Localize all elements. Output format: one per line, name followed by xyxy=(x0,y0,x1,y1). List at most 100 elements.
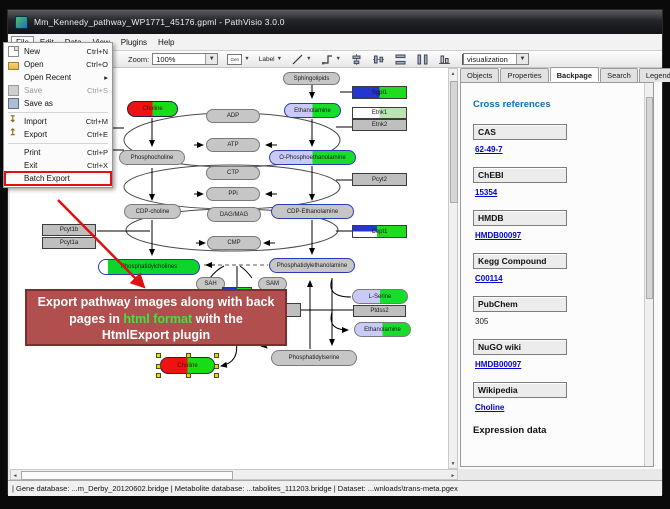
node-ptdss2[interactable]: Ptdss2 xyxy=(353,305,406,317)
title-bar[interactable]: Mm_Kennedy_pathway_WP1771_45176.gpml - P… xyxy=(8,10,662,34)
menu-item-print[interactable]: PrintCtrl+P xyxy=(5,146,111,159)
node-phosphatidylethanolamine[interactable]: Phosphatidylethanolamine xyxy=(269,258,355,273)
canvas-horizontal-scrollbar[interactable]: ◄ ► xyxy=(10,469,458,480)
canvas-vertical-scrollbar[interactable]: ▲ ▼ xyxy=(448,68,458,469)
node-atp[interactable]: ATP xyxy=(206,138,260,152)
scroll-up-icon[interactable]: ▲ xyxy=(449,69,457,78)
align-center-icon xyxy=(350,53,363,66)
menu-item-open[interactable]: OpenCtrl+O xyxy=(5,58,111,71)
node-etnk1[interactable]: Etnk1 xyxy=(352,107,407,119)
scrollbar-thumb[interactable] xyxy=(646,97,653,299)
node-cept1[interactable]: Cept1 xyxy=(352,225,407,238)
selection-handle[interactable] xyxy=(214,373,219,378)
node-o-phosphoethanolamine[interactable]: O-Phosphoethanolamine xyxy=(269,150,356,165)
chevron-down-icon[interactable]: ▼ xyxy=(516,54,528,64)
section-header-hmdb[interactable]: HMDB xyxy=(473,210,567,226)
scroll-right-icon[interactable]: ► xyxy=(449,471,457,480)
node-sphingolipids[interactable]: Sphingolipids xyxy=(283,72,340,85)
node-cdp-choline[interactable]: CDP-choline xyxy=(124,204,181,219)
selection-handle[interactable] xyxy=(186,373,191,378)
zoom-combobox[interactable]: 100% ▼ xyxy=(152,53,218,65)
node-cdp-ethanolamine[interactable]: CDP-Ethanolamine xyxy=(271,204,354,219)
section-header-kegg-compound[interactable]: Kegg Compound xyxy=(473,253,567,269)
node-cmp[interactable]: CMP xyxy=(207,236,261,250)
selection-handle[interactable] xyxy=(186,353,191,358)
panel-vertical-scrollbar[interactable] xyxy=(644,83,653,466)
menu-item-new[interactable]: NewCtrl+N xyxy=(5,45,111,58)
crossref-link[interactable]: HMDB00097 xyxy=(475,360,521,369)
align-center-button[interactable] xyxy=(350,53,363,66)
annotation-callout: Export pathway images along with backpag… xyxy=(25,289,287,346)
scrollbar-thumb[interactable] xyxy=(21,471,233,480)
chevron-down-icon[interactable]: ▼ xyxy=(277,56,282,62)
tab-objects[interactable]: Objects xyxy=(460,68,499,82)
status-bar: | Gene database: ...m_Derby_20120602.bri… xyxy=(8,480,662,496)
crossref-link[interactable]: C00114 xyxy=(475,274,503,283)
selection-handle[interactable] xyxy=(214,364,219,369)
tab-backpage[interactable]: Backpage xyxy=(550,67,599,81)
tab-properties[interactable]: Properties xyxy=(500,68,548,82)
crossref-link[interactable]: Choline xyxy=(475,403,504,412)
node-etnk2[interactable]: Etnk2 xyxy=(352,119,407,131)
crossref-link[interactable]: 15354 xyxy=(475,188,497,197)
chevron-down-icon[interactable]: ▼ xyxy=(306,56,311,62)
node-phosphocholine[interactable]: Phosphocholine xyxy=(119,150,185,165)
selection-handle[interactable] xyxy=(214,353,219,358)
section-header-pubchem[interactable]: PubChem xyxy=(473,296,567,312)
gene-product-tool[interactable]: Gen ▼ xyxy=(227,54,249,65)
section-header-chebi[interactable]: ChEBI xyxy=(473,167,567,183)
visualization-combobox[interactable]: visualization ▼ xyxy=(463,53,529,65)
node-choline[interactable]: Choline xyxy=(127,101,178,117)
label-tool[interactable]: Label ▼ xyxy=(259,56,282,63)
menu-item-open-recent[interactable]: Open Recent▸ xyxy=(5,71,111,84)
scroll-left-icon[interactable]: ◄ xyxy=(11,471,19,480)
menu-item-export[interactable]: ExportCtrl+E xyxy=(5,128,111,141)
node-l-serine[interactable]: L-Serine xyxy=(352,289,408,304)
menu-item-import[interactable]: ImportCtrl+M xyxy=(5,115,111,128)
node-phosphatidylserine[interactable]: Phosphatidylserine xyxy=(271,350,357,366)
node-adp[interactable]: ADP xyxy=(206,109,260,123)
line-tool[interactable]: ▼ xyxy=(291,53,311,66)
node-pcyt1a[interactable]: Pcyt1a xyxy=(42,237,96,249)
crossref-link[interactable]: HMDB00097 xyxy=(475,231,521,240)
chevron-down-icon[interactable]: ▼ xyxy=(244,56,249,62)
distribute-vertical-button[interactable] xyxy=(416,53,429,66)
node-ppi[interactable]: PPi xyxy=(206,187,260,201)
chevron-down-icon[interactable]: ▼ xyxy=(336,56,341,62)
node-label: ATP xyxy=(227,142,238,148)
node-pcyt1b[interactable]: Pcyt1b xyxy=(42,224,96,236)
crossref-link[interactable]: 62-49-7 xyxy=(475,145,503,154)
selection-handle[interactable] xyxy=(156,373,161,378)
section-header-nugo-wiki[interactable]: NuGO wiki xyxy=(473,339,567,355)
no-icon xyxy=(8,72,19,83)
selection-handle[interactable] xyxy=(156,353,161,358)
node-sgpl1[interactable]: Sgpl1 xyxy=(352,86,407,99)
node-phosphatidylcholines[interactable]: Phosphatidylcholines xyxy=(98,259,200,275)
menu-item-save[interactable]: SaveCtrl+S xyxy=(5,84,111,97)
node-ethanolamine[interactable]: Ethanolamine xyxy=(284,103,341,118)
menu-item-save-as[interactable]: Save as xyxy=(5,97,111,110)
node-pcyt2[interactable]: Pcyt2 xyxy=(352,173,407,186)
section-value-pubchem: 305 xyxy=(475,317,653,326)
section-header-wikipedia[interactable]: Wikipedia xyxy=(473,382,567,398)
node-ctp[interactable]: CTP xyxy=(206,166,260,180)
menubar-item-help[interactable]: Help xyxy=(153,36,179,49)
section-header-cas[interactable]: CAS xyxy=(473,124,567,140)
side-panel: ObjectsPropertiesBackpageSearchLegend Cr… xyxy=(458,68,662,469)
tab-legend[interactable]: Legend xyxy=(639,68,670,82)
node-choline[interactable]: Choline xyxy=(160,357,215,374)
align-bottom-button[interactable] xyxy=(438,53,451,66)
menubar-item-plugins[interactable]: Plugins xyxy=(116,36,152,49)
chevron-down-icon[interactable]: ▼ xyxy=(205,54,217,64)
align-middle-button[interactable] xyxy=(372,53,385,66)
menu-item-exit[interactable]: ExitCtrl+X xyxy=(5,159,111,172)
node-dag-mag[interactable]: DAG/MAG xyxy=(207,207,261,222)
node-ethanolamine[interactable]: Ethanolamine xyxy=(354,322,411,337)
scrollbar-thumb[interactable] xyxy=(450,81,458,203)
distribute-horizontal-button[interactable] xyxy=(394,53,407,66)
tab-search[interactable]: Search xyxy=(600,68,638,82)
menu-item-batch-export[interactable]: Batch Export xyxy=(5,172,111,185)
connector-tool[interactable]: ▼ xyxy=(321,53,341,66)
scroll-down-icon[interactable]: ▼ xyxy=(449,459,457,468)
selection-handle[interactable] xyxy=(156,364,161,369)
